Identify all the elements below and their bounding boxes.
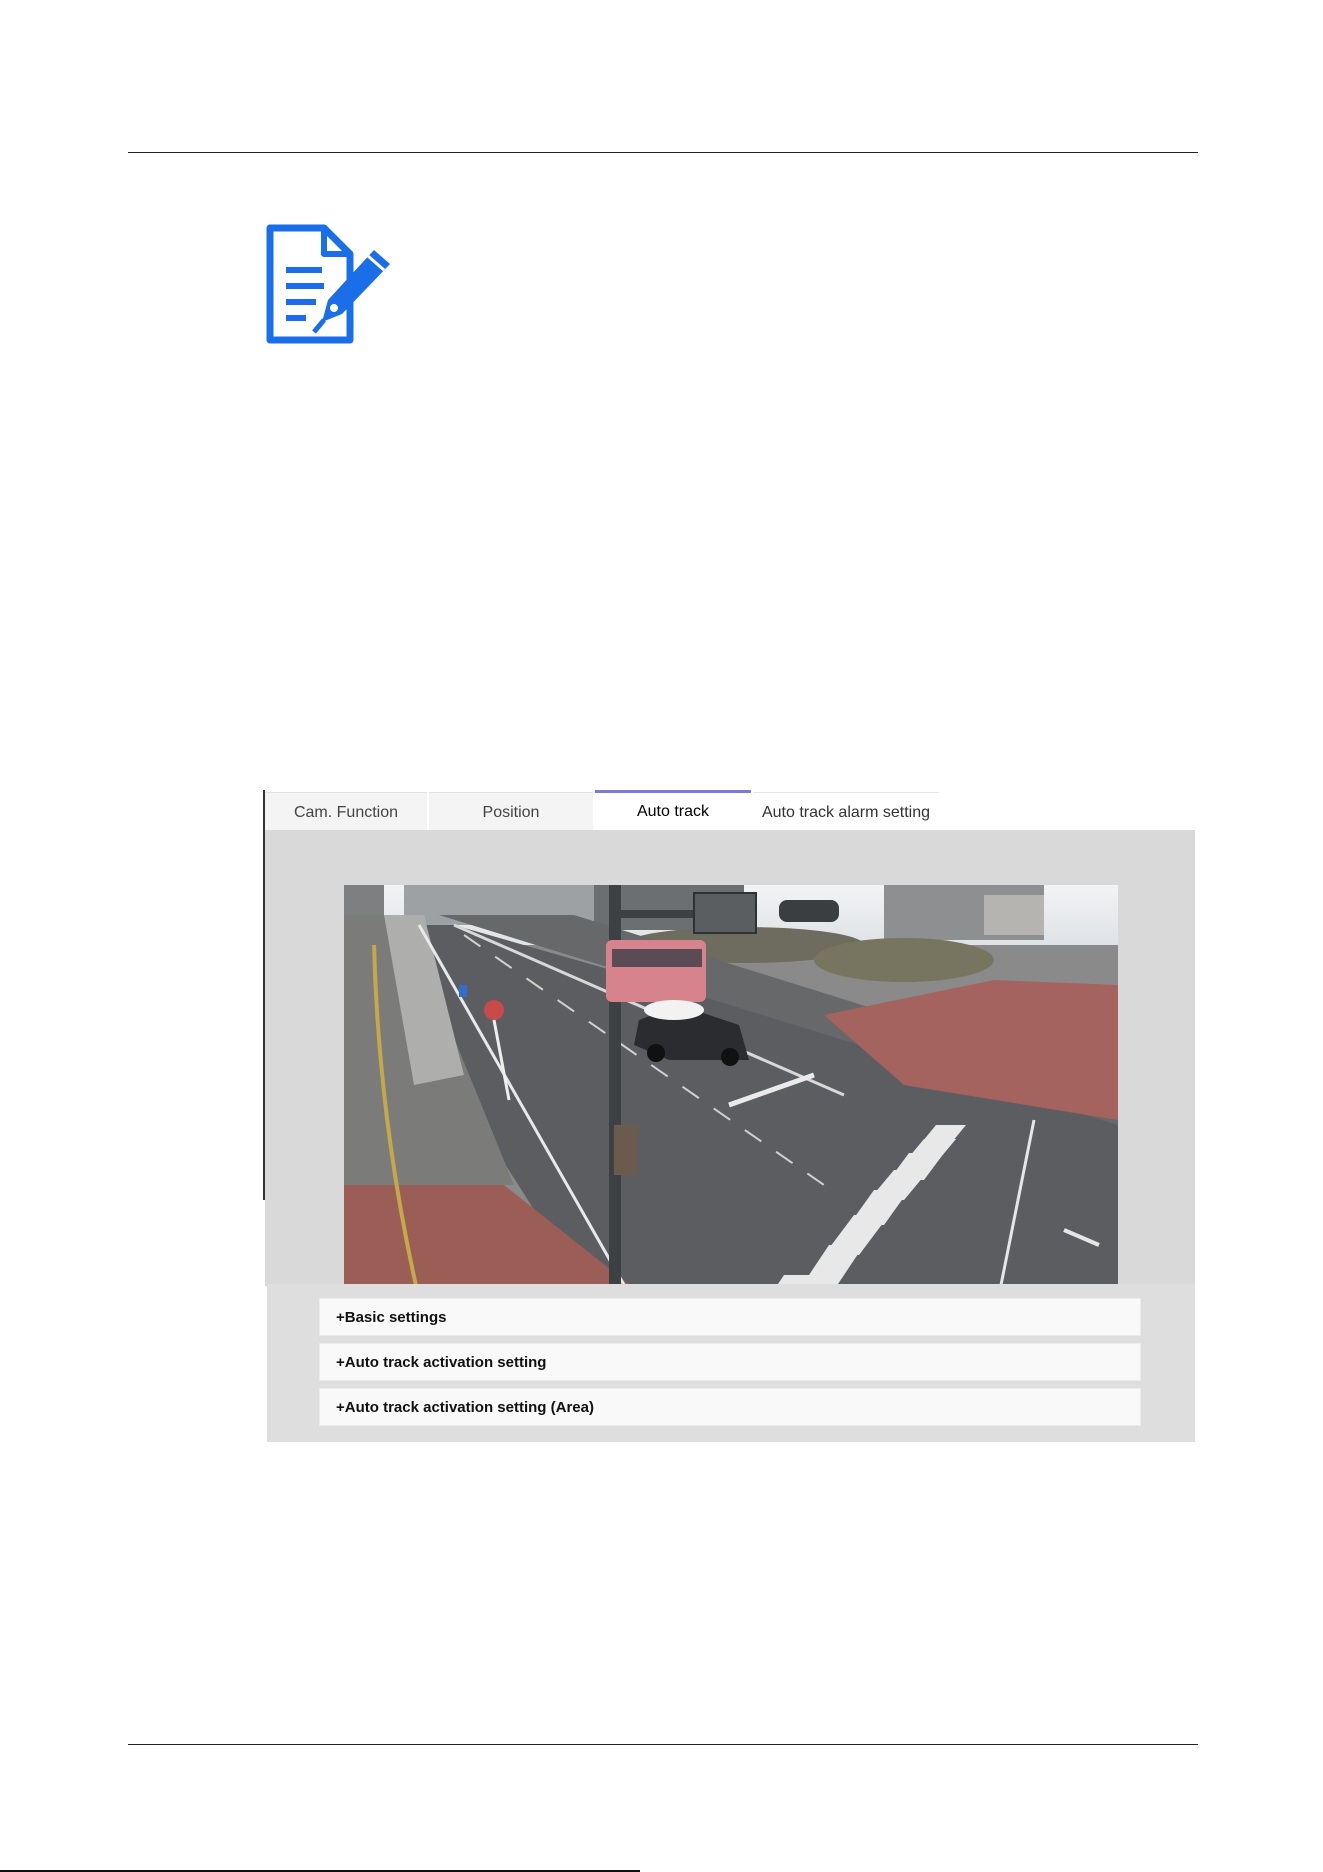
header-rule (128, 152, 1198, 153)
tab-auto-track[interactable]: Auto track (595, 790, 751, 830)
auto-track-settings-panel: Cam. Function Position Auto track Auto t… (263, 790, 1195, 1442)
basic-settings-toggle[interactable]: +Basic settings (319, 1298, 1141, 1336)
tab-position[interactable]: Position (429, 792, 593, 830)
auto-track-activation-setting-area-toggle[interactable]: +Auto track activation setting (Area) (319, 1388, 1141, 1426)
settings-section-area: +Basic settings +Auto track activation s… (267, 1284, 1195, 1442)
tab-bar: Cam. Function Position Auto track Auto t… (263, 790, 1195, 830)
auto-track-activation-setting-toggle[interactable]: +Auto track activation setting (319, 1343, 1141, 1381)
tab-cam-function[interactable]: Cam. Function (265, 792, 427, 830)
note-pen-icon (266, 224, 390, 344)
camera-view-area (265, 830, 1195, 1320)
camera-live-image[interactable] (344, 885, 1118, 1320)
footer-rule (128, 1744, 1198, 1745)
street-scene-illustration (344, 885, 1118, 1320)
tab-auto-track-alarm-setting[interactable]: Auto track alarm setting (753, 792, 939, 830)
